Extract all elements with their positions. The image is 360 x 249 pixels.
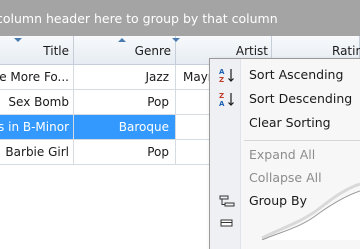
svg-text:Z: Z — [219, 76, 224, 83]
menu-item-collapse-all: Collapse All — [210, 167, 360, 189]
sort-indicator-icon — [118, 38, 126, 42]
column-header-rating-label: Ratin — [332, 44, 360, 58]
cell-genre: Baroque — [74, 115, 176, 139]
menu-item-expand-all: Expand All — [210, 144, 360, 166]
menu-item-label: Group By — [249, 193, 308, 208]
column-header-title[interactable]: Title — [0, 36, 74, 64]
menu-item-sort-descending[interactable]: Z A Sort Descending — [210, 88, 360, 110]
column-header-artist-label: Artist — [235, 44, 268, 58]
menu-separator — [244, 140, 360, 141]
cell-title: Barbie Girl — [0, 140, 74, 164]
menu-item-label: Sort Descending — [249, 91, 353, 106]
column-header-genre[interactable]: Genre — [74, 36, 176, 64]
sort-indicator-icon — [14, 38, 22, 42]
menu-item-group-by[interactable]: Group By — [210, 190, 360, 212]
menu-item-clear-sorting[interactable]: Clear Sorting — [210, 112, 360, 134]
group-by-hint: column header here to group by that colu… — [0, 11, 278, 26]
menu-item-label: Collapse All — [249, 170, 322, 185]
sort-ascending-icon: A Z — [219, 67, 235, 84]
svg-text:A: A — [219, 68, 225, 76]
svg-text:Z: Z — [219, 92, 224, 100]
menu-item-label: Clear Sorting — [249, 115, 331, 130]
cell-genre: Pop — [74, 90, 176, 114]
column-context-menu: A Z Sort Ascending Z A Sort Descending C… — [209, 58, 360, 249]
cell-genre: Pop — [74, 140, 176, 164]
cell-genre: Jazz — [74, 65, 176, 89]
cell-title: Sex Bomb — [0, 90, 74, 114]
group-by-panel[interactable]: column header here to group by that colu… — [0, 0, 360, 36]
column-header-title-label: Title — [43, 44, 69, 58]
sort-descending-icon: Z A — [219, 91, 235, 108]
column-chooser-icon — [219, 214, 235, 230]
cell-title: s in B-Minor — [0, 115, 74, 139]
menu-item-label: Expand All — [249, 147, 316, 162]
column-header-genre-label: Genre — [134, 44, 171, 58]
group-by-icon — [219, 193, 235, 209]
menu-item-next[interactable] — [210, 211, 360, 233]
menu-item-sort-ascending[interactable]: A Z Sort Ascending — [210, 64, 360, 86]
sort-indicator-icon — [172, 38, 180, 42]
menu-item-label: Sort Ascending — [249, 67, 344, 82]
svg-text:A: A — [219, 100, 225, 107]
cell-title: e More Fo... — [0, 65, 74, 89]
